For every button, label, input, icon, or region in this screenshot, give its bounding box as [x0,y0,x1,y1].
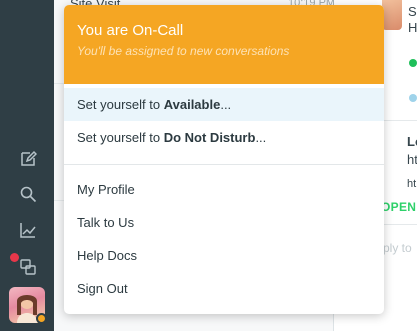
menu-item-state: Do Not Disturb [163,130,256,145]
pane-text-line: Su [408,4,417,19]
menu-item-suffix: ... [255,130,267,145]
online-status-dot [409,59,417,67]
sign-out-item[interactable]: Sign Out [64,272,384,305]
menu-divider [64,164,384,165]
talk-to-us-item[interactable]: Talk to Us [64,206,384,239]
contact-avatar [382,0,402,30]
pane-text-line: Lo [407,134,417,149]
pane-text-line: H [408,20,417,35]
menu-item-state: Available [163,97,221,112]
help-docs-item[interactable]: Help Docs [64,239,384,272]
status-dot [409,94,417,102]
pane-text-line: ht [407,178,417,190]
on-call-status-dot [36,313,47,324]
open-status-button[interactable]: OPEN [381,200,416,214]
pane-text-line: ht [407,152,417,167]
set-do-not-disturb-item[interactable]: Set yourself to Do Not Disturb... [64,121,384,154]
set-available-item[interactable]: Set yourself to Available... [64,88,384,121]
menu-item-prefix: Set yourself to [77,97,164,112]
user-status-menu: You are On-Call You'll be assigned to ne… [64,5,384,314]
on-call-title: You are On-Call [77,22,184,39]
menu-item-prefix: Set yourself to [77,130,164,145]
menu-item-suffix: ... [220,97,232,112]
reports-icon[interactable] [18,220,38,240]
reply-input[interactable]: ply to [383,241,412,255]
on-call-header: You are On-Call You'll be assigned to ne… [64,5,384,84]
on-call-subtitle: You'll be assigned to new conversations [77,44,290,58]
conversations-icon[interactable] [18,257,38,277]
search-icon[interactable] [18,184,38,204]
my-profile-item[interactable]: My Profile [64,173,384,206]
compose-icon[interactable] [18,149,38,169]
